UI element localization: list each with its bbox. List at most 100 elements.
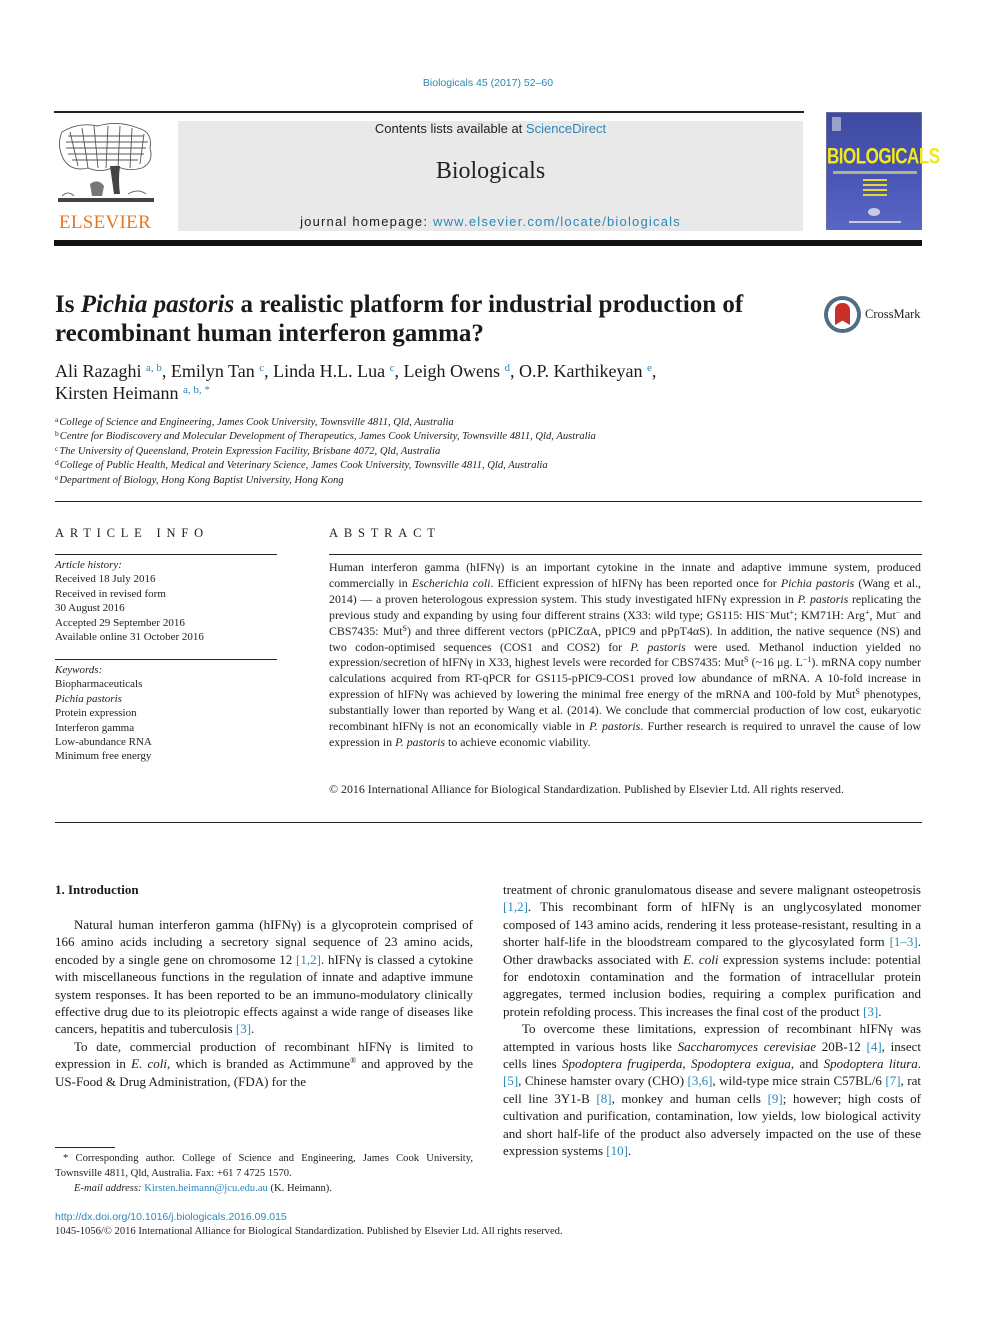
history-item: 30 August 2016 xyxy=(55,602,125,615)
history-item: Received in revised form xyxy=(55,587,166,600)
affiliation-text: Centre for Biodiscovery and Molecular De… xyxy=(59,431,596,443)
affiliation-text: College of Science and Engineering, Jame… xyxy=(59,417,454,428)
italic-term: Spodoptera litura xyxy=(823,1056,918,1072)
text-run: . This recombinant form of hIFNγ is an u… xyxy=(503,899,921,950)
italic-term: P. pastoris xyxy=(589,719,641,734)
author-affiliation-marker[interactable]: a, b xyxy=(146,362,162,374)
italic-term: P. pastoris xyxy=(630,639,686,654)
crossmark-button[interactable]: CrossMark xyxy=(824,296,924,334)
title-prefix: Is xyxy=(55,291,81,318)
author-affiliation-marker[interactable]: d xyxy=(505,362,511,374)
citation-link[interactable]: [3,6] xyxy=(688,1073,713,1088)
author-list: Ali Razaghi a, b, Emilyn Tan c, Linda H.… xyxy=(55,361,657,403)
journal-reference[interactable]: Biologicals 45 (2017) 52–60 xyxy=(0,77,976,89)
affiliation-item: eDepartment of Biology, Hong Kong Baptis… xyxy=(55,472,755,488)
keyword-item: Low-abundance RNA xyxy=(55,736,152,749)
text-run: , monkey and human cells xyxy=(611,1090,768,1106)
cover-footer xyxy=(849,221,901,223)
author-name[interactable]: Linda H.L. Lua xyxy=(273,361,385,381)
cover-title: BIOLOGICALS xyxy=(827,144,940,169)
tree-icon xyxy=(58,123,154,202)
text-run: . xyxy=(917,1056,921,1072)
author-affiliation-marker[interactable]: c xyxy=(259,362,264,374)
body-column-left: Natural human interferon gamma (hIFNγ) i… xyxy=(55,916,473,1090)
doi-link[interactable]: http://dx.doi.org/10.1016/j.biologicals.… xyxy=(55,1211,287,1223)
affiliation-text: Department of Biology, Hong Kong Baptist… xyxy=(59,474,344,486)
keywords-divider xyxy=(55,659,277,660)
history-item: Received 18 July 2016 xyxy=(55,573,156,586)
affiliation-item: cThe University of Queensland, Protein E… xyxy=(55,445,755,459)
citation-link[interactable]: [1,2] xyxy=(503,899,528,914)
citation-link[interactable]: [4] xyxy=(867,1039,882,1054)
author-name[interactable]: Kirsten Heimann xyxy=(55,383,178,403)
affiliation-key: d xyxy=(55,458,59,468)
author-name[interactable]: Ali Razaghi xyxy=(55,361,141,381)
italic-term: P. pastoris xyxy=(395,734,446,749)
affiliation-key: c xyxy=(55,443,59,453)
citation-link[interactable]: [5] xyxy=(503,1073,518,1088)
keywords-heading: Keywords: xyxy=(55,664,103,676)
italic-term: Saccharomyces cerevisiae xyxy=(677,1038,816,1054)
journal-homepage-link[interactable]: www.elsevier.com/locate/biologicals xyxy=(433,214,681,229)
author-name[interactable]: O.P. Karthikeyan xyxy=(519,361,642,381)
sciencedirect-link[interactable]: ScienceDirect xyxy=(526,121,606,136)
header-divider-bottom xyxy=(54,240,922,246)
author-affiliation-marker[interactable]: e xyxy=(647,362,652,374)
affiliation-key: a xyxy=(55,415,59,424)
text-run: , which is branded as Actimmune xyxy=(167,1056,351,1072)
citation-link[interactable]: [8] xyxy=(596,1091,611,1106)
email-label: E-mail address: xyxy=(74,1183,142,1194)
text-run: 20B-12 xyxy=(815,1038,867,1054)
author-name[interactable]: Emilyn Tan xyxy=(171,361,255,381)
text-run: , Chinese hamster ovary (CHO) xyxy=(518,1073,688,1089)
author-affiliation-marker[interactable]: a, b, * xyxy=(183,384,210,396)
text-run: , and xyxy=(790,1056,824,1072)
citation-link[interactable]: [9] xyxy=(768,1091,783,1106)
abstract-text: Human interferon gamma (hIFNγ) is an imp… xyxy=(329,560,921,751)
section-heading-introduction: 1. Introduction xyxy=(55,882,139,897)
text-run: treatment of chronic granulomatous disea… xyxy=(503,882,921,897)
italic-term: Spodoptera frugiperda xyxy=(562,1056,683,1072)
contents-prefix: Contents lists available at xyxy=(374,121,526,136)
text-run: , wild-type mice strain C57BL/6 xyxy=(712,1073,886,1089)
paragraph: Natural human interferon gamma (hIFNγ) i… xyxy=(55,916,473,1038)
author-name[interactable]: Leigh Owens xyxy=(404,361,500,381)
cover-subtitle xyxy=(833,171,917,174)
affiliation-key: b xyxy=(55,429,59,439)
citation-link[interactable]: [3] xyxy=(863,1004,878,1019)
email-suffix: (K. Heimann). xyxy=(267,1183,332,1194)
affiliation-key: e xyxy=(55,472,59,482)
abstract-copyright: © 2016 International Alliance for Biolog… xyxy=(329,782,844,796)
crossmark-label: CrossMark xyxy=(865,307,921,321)
header-divider-top xyxy=(54,111,804,113)
italic-term: Pichia pastoris xyxy=(780,575,855,590)
paragraph: treatment of chronic granulomatous disea… xyxy=(503,881,921,1020)
text-run: , xyxy=(682,1056,691,1072)
citation-link[interactable]: [1–3] xyxy=(890,934,918,949)
keyword-item: Protein expression xyxy=(55,707,137,720)
italic-term: P. pastoris xyxy=(797,591,849,606)
italic-term: Spodoptera exigua xyxy=(691,1056,791,1072)
citation-link[interactable]: [10] xyxy=(606,1143,628,1158)
text-run: to achieve economic viability. xyxy=(445,734,591,749)
citation-link[interactable]: [1,2] xyxy=(296,952,321,967)
abstract-divider xyxy=(329,554,922,555)
journal-cover-image[interactable]: BIOLOGICALS xyxy=(826,112,940,230)
article-info-divider xyxy=(55,554,277,555)
citation-link[interactable]: [3] xyxy=(236,1021,251,1036)
affiliation-item: aCollege of Science and Engineering, Jam… xyxy=(55,416,755,430)
cover-emblem-icon xyxy=(868,208,880,216)
elsevier-logo[interactable]: ELSEVIER xyxy=(54,120,156,234)
text-run: . Efficient expression of hIFNγ has been… xyxy=(490,575,781,590)
elsevier-wordmark: ELSEVIER xyxy=(58,212,152,233)
citation-link[interactable]: [7] xyxy=(885,1073,900,1088)
footnote-divider xyxy=(55,1147,115,1148)
email-link[interactable]: Kirsten.heimann@jcu.edu.au xyxy=(144,1183,268,1194)
author-affiliation-marker[interactable]: c xyxy=(390,362,395,374)
body-column-right: treatment of chronic granulomatous disea… xyxy=(503,881,921,1160)
corresponding-author-text: * Corresponding author. College of Scien… xyxy=(55,1153,473,1179)
text-run: Mut xyxy=(769,607,790,622)
article-info-label: ARTICLE INFO xyxy=(55,526,209,540)
contents-line: Contents lists available at ScienceDirec… xyxy=(178,121,803,137)
text-run: . xyxy=(251,1021,255,1037)
